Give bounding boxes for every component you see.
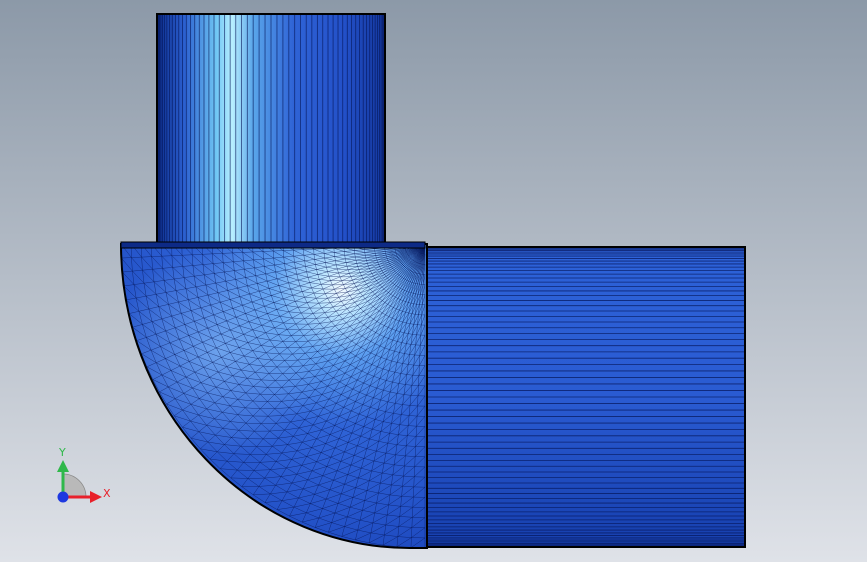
z-axis-dot <box>57 491 69 503</box>
y-axis-label: Y <box>58 446 66 459</box>
model-canvas[interactable]: Y X <box>0 0 867 562</box>
graphics-viewport[interactable]: Y X <box>0 0 867 562</box>
x-axis-label: X <box>103 487 111 500</box>
vertical-pipe[interactable] <box>156 13 386 245</box>
horizontal-pipe[interactable] <box>426 244 746 548</box>
